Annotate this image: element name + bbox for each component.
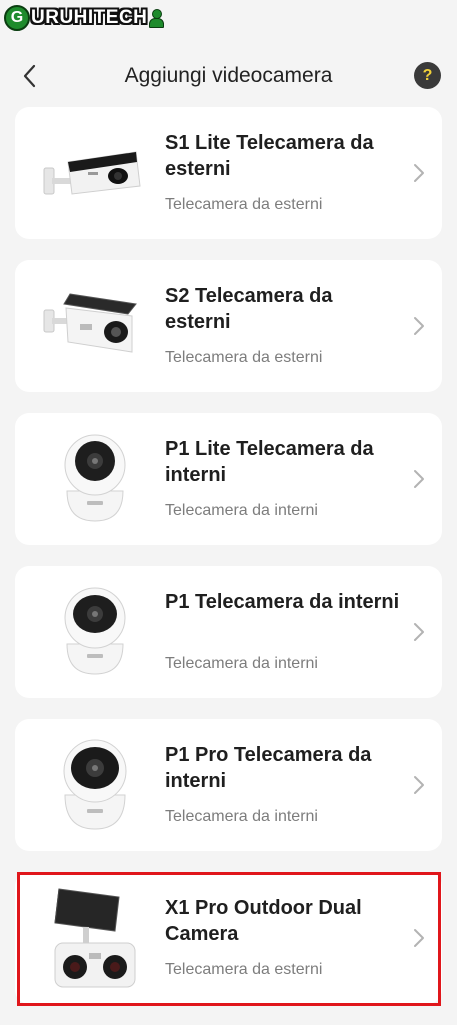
indoor-pan-tilt-camera-icon (37, 429, 152, 529)
chevron-right-icon (414, 623, 424, 641)
camera-card-s1-lite[interactable]: S1 Lite Telecamera da esterni Telecamera… (15, 107, 442, 239)
camera-name: P1 Pro Telecamera da interni (165, 744, 372, 792)
help-button[interactable]: ? (414, 62, 441, 89)
chevron-right-icon (414, 776, 424, 794)
chevron-right-icon (414, 470, 424, 488)
watermark: G URUHITECH (0, 0, 165, 36)
camera-name: S2 Telecamera da esterni (165, 285, 333, 333)
camera-type: Telecamera da interni (165, 655, 318, 672)
watermark-text: URUHITECH (31, 7, 148, 28)
back-button[interactable] (16, 62, 44, 90)
chevron-right-icon (414, 929, 424, 947)
camera-name: P1 Telecamera da interni (165, 591, 400, 613)
camera-type: Telecamera da interni (165, 808, 318, 825)
chevron-right-icon (414, 317, 424, 335)
camera-name: P1 Lite Telecamera da interni (165, 438, 374, 486)
page-title: Aggiungi videocamera (124, 64, 333, 87)
camera-card-s2[interactable]: S2 Telecamera da esterni Telecamera da e… (15, 260, 442, 392)
camera-type: Telecamera da esterni (165, 196, 323, 213)
solar-dual-lens-camera-icon (37, 888, 152, 988)
camera-name: X1 Pro Outdoor Dual Camera (165, 897, 362, 945)
top-bar: Aggiungi videocamera ? (0, 52, 457, 100)
camera-list: S1 Lite Telecamera da esterni Telecamera… (15, 107, 442, 1025)
camera-card-x1-pro[interactable]: X1 Pro Outdoor Dual Camera Telecamera da… (15, 872, 442, 1004)
outdoor-solar-bullet-camera-icon (37, 276, 152, 376)
camera-name: S1 Lite Telecamera da esterni (165, 132, 374, 180)
camera-type: Telecamera da esterni (165, 961, 323, 978)
watermark-logo-icon: G (4, 5, 30, 31)
camera-card-p1-pro[interactable]: P1 Pro Telecamera da interni Telecamera … (15, 719, 442, 851)
indoor-pan-tilt-camera-icon (37, 735, 152, 835)
indoor-pan-tilt-camera-icon (37, 582, 152, 682)
camera-type: Telecamera da interni (165, 502, 318, 519)
watermark-person-icon (149, 9, 165, 28)
chevron-left-icon (23, 64, 36, 88)
chevron-right-icon (414, 164, 424, 182)
camera-card-p1-lite[interactable]: P1 Lite Telecamera da interni Telecamera… (15, 413, 442, 545)
outdoor-bullet-camera-icon (37, 123, 152, 223)
camera-type: Telecamera da esterni (165, 349, 323, 366)
camera-card-p1[interactable]: P1 Telecamera da interni Telecamera da i… (15, 566, 442, 698)
